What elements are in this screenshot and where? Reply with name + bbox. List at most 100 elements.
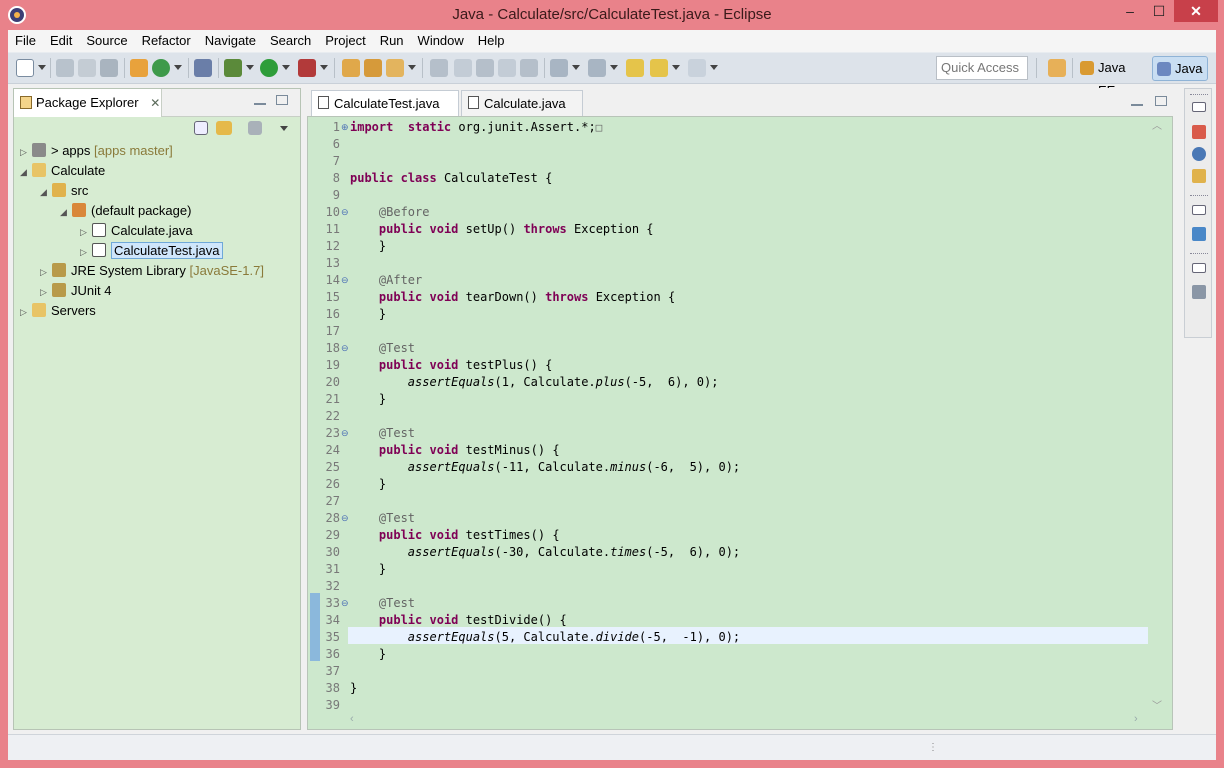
- menu-edit[interactable]: Edit: [43, 30, 79, 52]
- code-line[interactable]: public void tearDown() throws Exception …: [350, 289, 675, 306]
- debug-dropdown-icon[interactable]: [246, 65, 254, 70]
- code-line[interactable]: }: [350, 646, 386, 663]
- save-icon[interactable]: [56, 59, 74, 77]
- skip-breakpoints-icon[interactable]: [194, 59, 212, 77]
- collapse-all-icon[interactable]: [194, 121, 208, 135]
- tree-item-src[interactable]: ◢ src: [40, 181, 88, 201]
- code-line[interactable]: }: [350, 391, 386, 408]
- new-class-icon[interactable]: [152, 59, 170, 77]
- tab-calculate-java[interactable]: Calculate.java ✕: [461, 90, 583, 136]
- code-line[interactable]: public void setUp() throws Exception {: [350, 221, 654, 238]
- fold-toggle-icon[interactable]: ⊖: [341, 204, 349, 221]
- scroll-left-icon[interactable]: ‹: [350, 713, 354, 725]
- code-line[interactable]: @Test: [350, 595, 415, 612]
- search-icon[interactable]: [386, 59, 404, 77]
- forward-dropdown-icon[interactable]: [710, 65, 718, 70]
- code-line[interactable]: public void testTimes() {: [350, 527, 560, 544]
- pilcrow-icon[interactable]: [520, 59, 538, 77]
- run-dropdown-icon[interactable]: [282, 65, 290, 70]
- restore-icon[interactable]: [1192, 263, 1206, 273]
- fold-toggle-icon[interactable]: ⊖: [341, 510, 349, 527]
- code-line[interactable]: }: [350, 561, 386, 578]
- menu-search[interactable]: Search: [263, 30, 318, 52]
- debug-icon[interactable]: [224, 59, 242, 77]
- new-dropdown-icon[interactable]: [38, 65, 46, 70]
- code-editor[interactable]: 1 ⊕ 6 7 8 9 10 ⊖ 11 12 13 14 ⊖ 15 16 17 18 ⊖ 19 20 21 22 23 ⊖ 24…: [307, 116, 1173, 730]
- code-line[interactable]: }: [350, 476, 386, 493]
- tree-item-calculate-java[interactable]: ▷ Calculate.java: [80, 221, 193, 241]
- scroll-down-icon[interactable]: ﹀: [1152, 697, 1162, 712]
- code-line[interactable]: public void testDivide() {: [350, 612, 567, 629]
- tree-item-calculatetest-java[interactable]: ▷ CalculateTest.java: [80, 241, 223, 261]
- tree-item-jre-library[interactable]: ▷ JRE System Library [JavaSE-1.7]: [40, 261, 264, 281]
- last-edit-icon[interactable]: [626, 59, 644, 77]
- tree-item-default-package[interactable]: ◢ (default package): [60, 201, 191, 221]
- tree-item-junit4[interactable]: ▷ JUnit 4: [40, 281, 111, 301]
- close-button[interactable]: ✕: [1174, 0, 1218, 22]
- minimize-icon[interactable]: [254, 95, 266, 105]
- next-annotation-icon[interactable]: [550, 59, 568, 77]
- code-line[interactable]: assertEquals(1, Calculate.plus(-5, 6), 0…: [350, 374, 719, 391]
- maximize-icon[interactable]: [276, 95, 288, 105]
- maximize-icon[interactable]: [1155, 96, 1167, 106]
- menu-refactor[interactable]: Refactor: [135, 30, 198, 52]
- vertical-scrollbar[interactable]: ︿ ﹀: [1150, 117, 1164, 717]
- javadoc-icon[interactable]: [1192, 147, 1206, 161]
- maximize-button[interactable]: ☐: [1145, 0, 1173, 22]
- code-line[interactable]: assertEquals(-11, Calculate.minus(-6, 5)…: [350, 459, 740, 476]
- horizontal-scrollbar[interactable]: ‹ ›: [348, 713, 1148, 727]
- code-line[interactable]: assertEquals(-30, Calculate.times(-5, 6)…: [350, 544, 740, 561]
- search-dropdown-icon[interactable]: [408, 65, 416, 70]
- code-line[interactable]: assertEquals(5, Calculate.divide(-5, -1)…: [350, 629, 740, 646]
- fold-toggle-icon[interactable]: ⊖: [341, 425, 349, 442]
- code-line[interactable]: public void testMinus() {: [350, 442, 560, 459]
- fold-toggle-icon[interactable]: ⊖: [341, 340, 349, 357]
- new-icon[interactable]: [16, 59, 34, 77]
- tree-item-calculate[interactable]: ◢ Calculate: [20, 161, 105, 181]
- view-menu-icon[interactable]: [280, 126, 288, 131]
- code-line[interactable]: }: [350, 306, 386, 323]
- restore-icon[interactable]: [1192, 205, 1206, 215]
- fold-toggle-icon[interactable]: ⊕: [341, 119, 349, 136]
- external-tools-icon[interactable]: [298, 59, 316, 77]
- prev-annotation-icon[interactable]: [588, 59, 606, 77]
- link-editor-icon[interactable]: [216, 121, 232, 135]
- code-line[interactable]: @After: [350, 272, 422, 289]
- back-dropdown-icon[interactable]: [672, 65, 680, 70]
- outline-icon[interactable]: [1192, 227, 1206, 241]
- save-all-icon[interactable]: [78, 59, 96, 77]
- menu-window[interactable]: Window: [411, 30, 471, 52]
- open-perspective-icon[interactable]: [1048, 59, 1066, 77]
- fold-toggle-icon[interactable]: ⊖: [341, 595, 349, 612]
- code-line[interactable]: @Test: [350, 340, 415, 357]
- code-line[interactable]: }: [350, 238, 386, 255]
- code-line[interactable]: }: [350, 680, 357, 697]
- code-line[interactable]: public void testPlus() {: [350, 357, 552, 374]
- tab-package-explorer[interactable]: Package Explorer ✕: [14, 89, 162, 117]
- menu-navigate[interactable]: Navigate: [198, 30, 263, 52]
- tree-item-servers[interactable]: ▷ Servers: [20, 301, 96, 321]
- restore-icon[interactable]: [1192, 102, 1206, 112]
- quick-access-input[interactable]: Quick Access: [936, 56, 1028, 80]
- tab-calculatetest-java[interactable]: CalculateTest.java ✕: [311, 90, 459, 136]
- code-line[interactable]: public class CalculateTest {: [350, 170, 552, 187]
- minimize-icon[interactable]: [1131, 96, 1143, 106]
- toggle-mark-icon[interactable]: [430, 59, 448, 77]
- open-type-icon[interactable]: [342, 59, 360, 77]
- next-annotation-dropdown-icon[interactable]: [572, 65, 580, 70]
- menu-run[interactable]: Run: [373, 30, 411, 52]
- fold-toggle-icon[interactable]: ⊖: [341, 272, 349, 289]
- minimize-button[interactable]: –: [1116, 0, 1144, 22]
- perspective-java-ee[interactable]: Java EE: [1076, 56, 1148, 98]
- hierarchy-icon[interactable]: [1192, 125, 1206, 139]
- code-line[interactable]: @Before: [350, 204, 430, 221]
- toggle-edit-icon[interactable]: [454, 59, 472, 77]
- back-icon[interactable]: [650, 59, 668, 77]
- task-list-icon[interactable]: [1192, 285, 1206, 299]
- forward-icon[interactable]: [688, 59, 706, 77]
- code-line[interactable]: import static org.junit.Assert.*;□: [350, 119, 602, 136]
- new-package-icon[interactable]: [130, 59, 148, 77]
- menu-help[interactable]: Help: [471, 30, 512, 52]
- perspective-java[interactable]: Java: [1152, 56, 1208, 81]
- open-task-icon[interactable]: [364, 59, 382, 77]
